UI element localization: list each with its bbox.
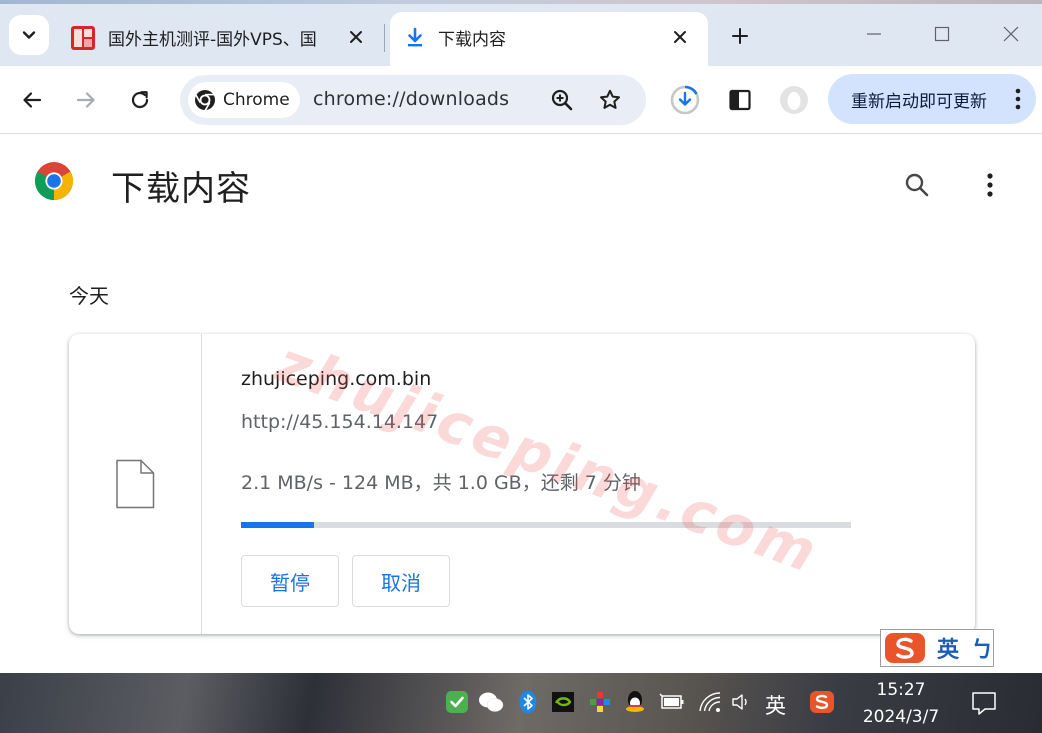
wechat-tray-icon[interactable] [478,689,504,715]
site-chip[interactable]: Chrome [188,82,300,118]
taskbar-clock-time[interactable]: 15:27 [866,680,936,700]
chrome-logo-icon [35,162,73,200]
zoom-button[interactable] [546,84,578,116]
tab-active-downloads[interactable]: 下载内容 [390,12,708,66]
page-title: 下载内容 [111,169,251,209]
back-icon [23,92,42,108]
close-icon [350,31,362,43]
shield-check-icon [446,691,468,713]
bluetooth-icon [519,690,537,714]
minimize-icon [867,33,881,35]
search-downloads-button[interactable] [897,165,937,205]
downloads-header: 下载内容 [0,135,1042,231]
download-item-card: zhujiceping.com.bin http://45.154.14.147… [69,334,975,634]
tab-title: 国外主机测评-国外VPS、国 [108,30,317,50]
bookmark-button[interactable] [594,84,626,116]
download-progress-fill [241,522,315,528]
toolbar: Chrome chrome://downloads 重新启动即可更新 [0,66,1042,134]
download-status-text: 2.1 MB/s - 124 MB，共 1.0 GB，还剩 7 分钟 [241,472,641,494]
forward-icon [76,92,95,108]
file-icon-cell [69,334,202,634]
tab-separator [384,24,385,52]
ime-toolbar[interactable]: 英 ㄅ [880,629,994,667]
profile-icon [780,86,808,114]
tab-strip: 国外主机测评-国外VPS、国 下载内容 [0,0,1042,66]
tab-close-button[interactable] [668,25,692,49]
colorful-app-icon [590,692,610,712]
relaunch-update-button[interactable]: 重新启动即可更新 [828,74,1036,124]
downloads-button[interactable] [667,82,703,118]
wifi-tray-icon[interactable] [697,689,723,715]
download-status-icon [670,85,700,115]
favicon-icon [71,26,95,50]
search-icon [905,173,929,197]
forward-button[interactable] [66,80,106,120]
window-close-icon [1003,26,1019,42]
app-tray-icon[interactable] [587,689,613,715]
sogou-icon [810,691,834,713]
tab-search-button[interactable] [9,15,49,55]
battery-plug-icon [659,693,684,709]
more-actions-button[interactable] [970,165,1010,205]
side-panel-button[interactable] [722,82,758,118]
reload-icon [131,91,149,109]
speaker-icon [732,694,747,710]
taskbar-clock-date[interactable]: 2024/3/7 [858,707,944,727]
tab-close-button[interactable] [344,25,368,49]
wechat-icon [479,692,504,712]
taskbar-ime-language[interactable]: 英 [765,690,786,720]
tab-title: 下载内容 [438,30,506,50]
cancel-button[interactable]: 取消 [352,555,450,607]
more-vert-icon[interactable] [1014,87,1022,111]
bluetooth-tray-icon[interactable] [515,689,541,715]
plus-icon [732,28,748,44]
power-tray-icon[interactable] [659,689,685,715]
notification-icon [972,692,996,715]
close-icon [674,31,686,43]
section-date-label: 今天 [69,284,109,308]
volume-tray-icon[interactable] [729,689,755,715]
window-close-button[interactable] [988,14,1034,54]
url-text[interactable]: chrome://downloads [313,88,509,110]
nvidia-icon [552,692,574,712]
download-icon [408,27,422,47]
sogou-icon [884,633,925,663]
zoom-icon [551,89,573,111]
star-icon [600,89,620,109]
profile-button[interactable] [776,82,812,118]
security-tray-icon[interactable] [444,689,470,715]
pause-button[interactable]: 暂停 [241,555,339,607]
back-button[interactable] [12,80,52,120]
nvidia-tray-icon[interactable] [550,689,576,715]
download-source-url[interactable]: http://45.154.14.147 [241,411,438,433]
update-label: 重新启动即可更新 [851,91,987,112]
chrome-logo-icon [195,90,215,111]
ime-language[interactable]: 英 [937,632,959,664]
qq-icon [626,691,644,712]
download-progress-bar [241,522,851,528]
minimize-button[interactable] [851,14,897,54]
more-vert-icon [987,173,993,197]
ime-punctuation[interactable]: ㄅ [971,632,993,664]
maximize-button[interactable] [919,14,965,54]
taskbar: 英 15:27 2024/3/7 [0,673,1042,733]
tab-inactive[interactable]: 国外主机测评-国外VPS、国 [58,12,384,66]
chevron-down-icon [22,31,36,39]
action-center-button[interactable] [970,689,998,717]
side-panel-icon [729,89,751,111]
site-chip-label: Chrome [223,90,290,110]
qq-tray-icon[interactable] [622,689,648,715]
new-tab-button[interactable] [722,18,758,54]
wifi-icon [699,692,721,712]
download-filename[interactable]: zhujiceping.com.bin [241,368,431,390]
maximize-icon [934,26,950,42]
sogou-tray-icon[interactable] [809,689,835,715]
omnibox[interactable]: Chrome chrome://downloads [180,75,646,125]
title-bar-edge [0,0,1042,4]
file-icon [116,459,155,509]
reload-button[interactable] [120,80,160,120]
